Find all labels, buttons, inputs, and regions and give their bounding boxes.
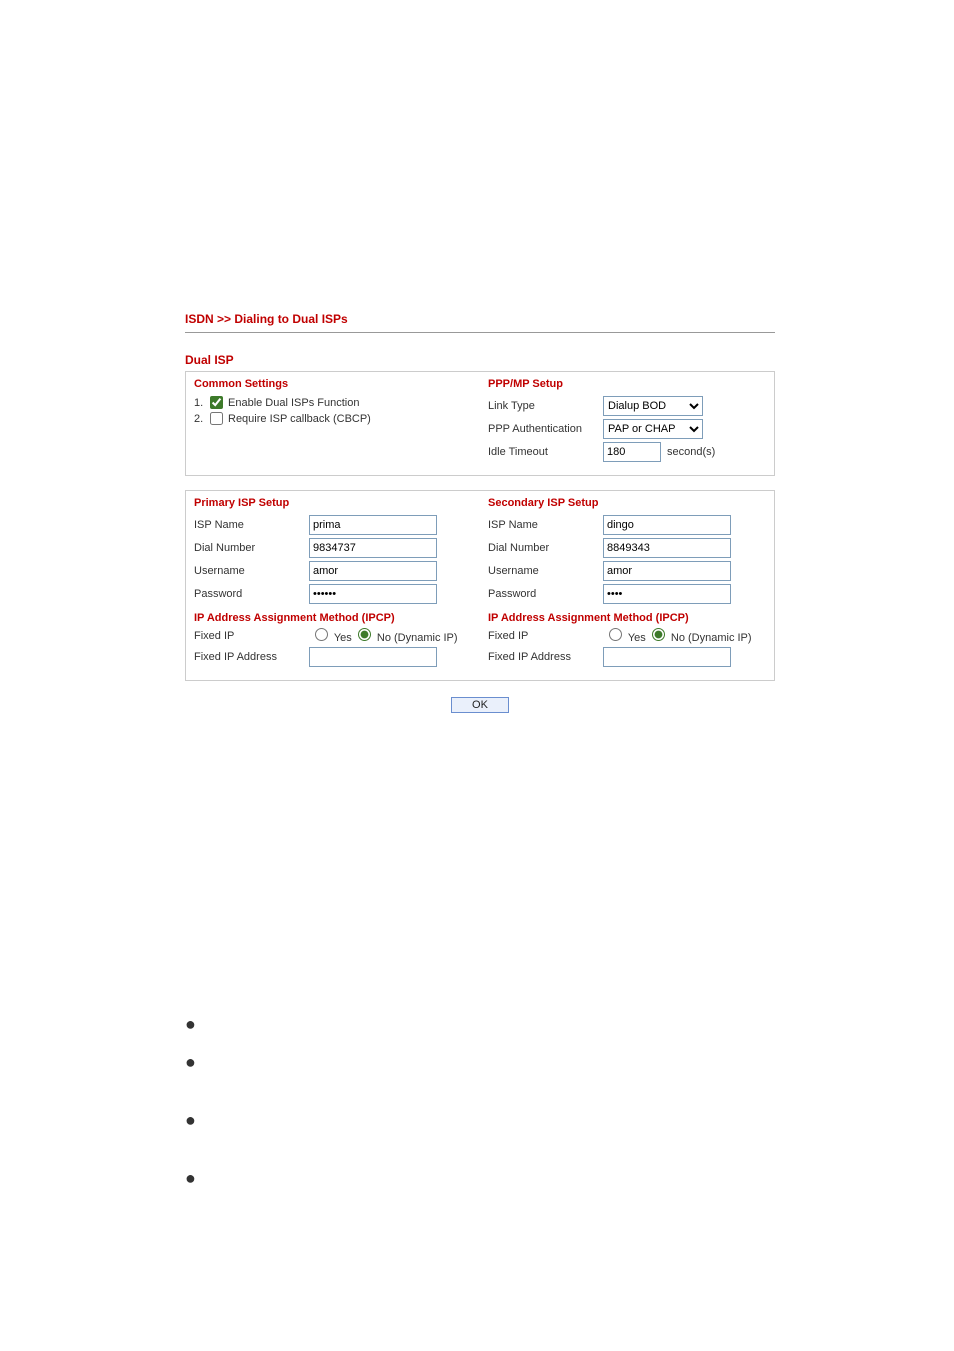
enable-dual-isp-label: Enable Dual ISPs Function <box>228 397 359 409</box>
settings-box-bottom: Primary ISP Setup ISP Name Dial Number U… <box>185 490 775 681</box>
primary-fixed-ip-addr-input[interactable] <box>309 647 437 667</box>
primary-isp-header: Primary ISP Setup <box>194 497 472 509</box>
pppmp-header: PPP/MP Setup <box>488 378 766 390</box>
primary-fixed-ip-addr-label: Fixed IP Address <box>194 651 309 663</box>
primary-ipcp-header: IP Address Assignment Method (IPCP) <box>194 612 472 624</box>
bullet-icon: ● <box>185 1053 196 1071</box>
primary-isp-name-input[interactable] <box>309 515 437 535</box>
bullet-icon: ● <box>185 1111 196 1129</box>
item1-num: 1. <box>194 397 210 409</box>
link-type-label: Link Type <box>488 400 603 412</box>
secondary-fixed-ip-addr-label: Fixed IP Address <box>488 651 603 663</box>
secondary-password-label: Password <box>488 588 603 600</box>
secondary-dial-input[interactable] <box>603 538 731 558</box>
primary-dial-input[interactable] <box>309 538 437 558</box>
primary-fixed-ip-label: Fixed IP <box>194 630 309 642</box>
divider <box>185 332 775 333</box>
ok-button[interactable]: OK <box>451 697 509 713</box>
secondary-dial-label: Dial Number <box>488 542 603 554</box>
secondary-isp-header: Secondary ISP Setup <box>488 497 766 509</box>
primary-fixed-ip-yes[interactable]: Yes <box>309 628 352 644</box>
secondary-username-input[interactable] <box>603 561 731 581</box>
bullet-list: ● ● ● ● <box>185 1015 196 1207</box>
secondary-ipcp-header: IP Address Assignment Method (IPCP) <box>488 612 766 624</box>
ppp-auth-select[interactable]: PAP or CHAP <box>603 419 703 439</box>
enable-dual-isp-checkbox[interactable] <box>210 396 223 409</box>
idle-timeout-input[interactable] <box>603 442 661 462</box>
primary-fixed-ip-no[interactable]: No (Dynamic IP) <box>352 628 458 644</box>
bullet-icon: ● <box>185 1015 196 1033</box>
secondary-fixed-ip-yes[interactable]: Yes <box>603 628 646 644</box>
primary-password-input[interactable] <box>309 584 437 604</box>
common-settings-header: Common Settings <box>194 378 472 390</box>
idle-timeout-label: Idle Timeout <box>488 446 603 458</box>
primary-username-input[interactable] <box>309 561 437 581</box>
secondary-isp-name-input[interactable] <box>603 515 731 535</box>
secondary-fixed-ip-label: Fixed IP <box>488 630 603 642</box>
secondary-username-label: Username <box>488 565 603 577</box>
secondary-isp-name-label: ISP Name <box>488 519 603 531</box>
ppp-auth-label: PPP Authentication <box>488 423 603 435</box>
item2-num: 2. <box>194 413 210 425</box>
link-type-select[interactable]: Dialup BOD <box>603 396 703 416</box>
primary-username-label: Username <box>194 565 309 577</box>
dual-isp-title: Dual ISP <box>185 353 775 367</box>
secondary-fixed-ip-addr-input[interactable] <box>603 647 731 667</box>
require-callback-label: Require ISP callback (CBCP) <box>228 413 371 425</box>
secondary-password-input[interactable] <box>603 584 731 604</box>
bullet-icon: ● <box>185 1169 196 1187</box>
primary-isp-name-label: ISP Name <box>194 519 309 531</box>
secondary-fixed-ip-no[interactable]: No (Dynamic IP) <box>646 628 752 644</box>
breadcrumb: ISDN >> Dialing to Dual ISPs <box>185 312 775 326</box>
primary-password-label: Password <box>194 588 309 600</box>
settings-box-top: Common Settings 1. Enable Dual ISPs Func… <box>185 371 775 476</box>
idle-timeout-unit: second(s) <box>667 446 715 458</box>
primary-dial-label: Dial Number <box>194 542 309 554</box>
require-callback-checkbox[interactable] <box>210 412 223 425</box>
